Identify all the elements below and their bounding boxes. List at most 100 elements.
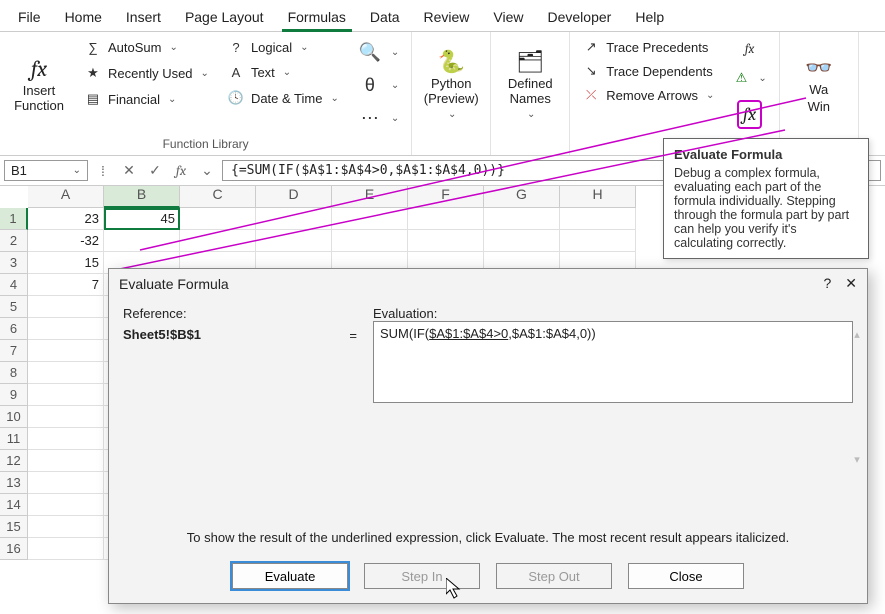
python-button[interactable]: 🐍 Python (Preview)⌄ — [418, 36, 484, 135]
cell-G2[interactable] — [484, 230, 560, 252]
close-button[interactable]: Close — [628, 563, 744, 589]
cell-A4[interactable]: 7 — [28, 274, 104, 296]
tab-insert[interactable]: Insert — [116, 3, 171, 31]
cell-A3[interactable]: 15 — [28, 252, 104, 274]
row-1[interactable]: 1 — [0, 208, 28, 230]
tab-review[interactable]: Review — [414, 3, 480, 31]
fx-icon[interactable]: fx — [170, 162, 192, 179]
close-icon[interactable]: ✕ — [845, 275, 857, 292]
cell-B1[interactable]: 45 — [104, 208, 180, 230]
col-G[interactable]: G — [484, 186, 560, 208]
cell-E1[interactable] — [332, 208, 408, 230]
cancel-icon[interactable]: ✕ — [118, 162, 140, 179]
cell-D2[interactable] — [256, 230, 332, 252]
row-5[interactable]: 5 — [0, 296, 28, 318]
tab-help[interactable]: Help — [625, 3, 674, 31]
cell-H2[interactable] — [560, 230, 636, 252]
evaluate-button[interactable]: Evaluate — [232, 563, 348, 589]
row-11[interactable]: 11 — [0, 428, 28, 450]
enter-icon[interactable]: ✓ — [144, 162, 166, 179]
col-F[interactable]: F — [408, 186, 484, 208]
cell-A16[interactable] — [28, 538, 104, 560]
row-4[interactable]: 4 — [0, 274, 28, 296]
row-16[interactable]: 16 — [0, 538, 28, 560]
step-out-button[interactable]: Step Out — [496, 563, 612, 589]
cell-C1[interactable] — [180, 208, 256, 230]
col-D[interactable]: D — [256, 186, 332, 208]
watch-window-button[interactable]: 👓 Wa Win — [786, 36, 852, 135]
row-14[interactable]: 14 — [0, 494, 28, 516]
cell-G1[interactable] — [484, 208, 560, 230]
col-A[interactable]: A — [28, 186, 104, 208]
logical-button[interactable]: ?Logical⌄ — [221, 36, 345, 59]
tab-developer[interactable]: Developer — [538, 3, 622, 31]
row-7[interactable]: 7 — [0, 340, 28, 362]
defined-names-button[interactable]: 🗂 Defined Names⌄ — [497, 36, 563, 135]
cell-E2[interactable] — [332, 230, 408, 252]
tab-formulas[interactable]: Formulas — [278, 3, 356, 31]
remove-arrows-button[interactable]: ⤫Remove Arrows⌄ — [576, 84, 720, 106]
error-check-button[interactable]: ⚠⌄ — [726, 67, 772, 89]
cell-A2[interactable]: -32 — [28, 230, 104, 252]
trace-precedents-button[interactable]: ↗Trace Precedents — [576, 36, 720, 58]
row-9[interactable]: 9 — [0, 384, 28, 406]
scrollbar[interactable]: ▴▾ — [851, 328, 863, 466]
cell-D1[interactable] — [256, 208, 332, 230]
cell-A14[interactable] — [28, 494, 104, 516]
row-12[interactable]: 12 — [0, 450, 28, 472]
row-10[interactable]: 10 — [0, 406, 28, 428]
chevron-down-icon[interactable]: ⌄ — [196, 162, 218, 179]
row-13[interactable]: 13 — [0, 472, 28, 494]
tab-file[interactable]: File — [8, 3, 51, 31]
dialog-title: Evaluate Formula — [119, 276, 229, 292]
row-3[interactable]: 3 — [0, 252, 28, 274]
tab-pagelayout[interactable]: Page Layout — [175, 3, 274, 31]
insert-function-button[interactable]: fx Insert Function — [6, 36, 72, 135]
recently-used-button[interactable]: ★Recently Used⌄ — [78, 61, 215, 85]
evaluate-formula-button[interactable]: fx — [731, 97, 768, 132]
lookup-button[interactable]: 🔍⌄ — [351, 38, 405, 67]
chevron-down-icon: ⌄ — [448, 109, 456, 121]
cell-F1[interactable] — [408, 208, 484, 230]
cell-C2[interactable] — [180, 230, 256, 252]
cell-A9[interactable] — [28, 384, 104, 406]
cell-A12[interactable] — [28, 450, 104, 472]
trace-dependents-button[interactable]: ↘Trace Dependents — [576, 60, 720, 82]
tab-view[interactable]: View — [483, 3, 533, 31]
show-formulas-button[interactable]: fx — [735, 39, 765, 60]
col-C[interactable]: C — [180, 186, 256, 208]
cell-A15[interactable] — [28, 516, 104, 538]
cell-A7[interactable] — [28, 340, 104, 362]
cell-B2[interactable] — [104, 230, 180, 252]
help-button[interactable]: ? — [823, 275, 831, 292]
tab-home[interactable]: Home — [55, 3, 112, 31]
dots-icon: ⋯ — [357, 108, 383, 129]
evaluation-box[interactable]: SUM(IF($A$1:$A$4>0,$A$1:$A$4,0)) — [373, 321, 853, 403]
datetime-button[interactable]: 🕓Date & Time⌄ — [221, 86, 345, 110]
row-2[interactable]: 2 — [0, 230, 28, 252]
col-B[interactable]: B — [104, 186, 180, 208]
cell-A13[interactable] — [28, 472, 104, 494]
financial-button[interactable]: ▤Financial⌄ — [78, 87, 215, 111]
autosum-button[interactable]: ∑AutoSum⌄ — [78, 36, 215, 59]
row-6[interactable]: 6 — [0, 318, 28, 340]
math-button[interactable]: θ⌄ — [351, 71, 405, 100]
col-H[interactable]: H — [560, 186, 636, 208]
more-button[interactable]: ⋯⌄ — [351, 104, 405, 133]
cell-A5[interactable] — [28, 296, 104, 318]
name-box[interactable]: B1⌄ — [4, 160, 88, 181]
chevron-down-icon: ⌄ — [73, 165, 81, 176]
tab-data[interactable]: Data — [360, 3, 410, 31]
cell-A10[interactable] — [28, 406, 104, 428]
cell-H1[interactable] — [560, 208, 636, 230]
cell-A8[interactable] — [28, 362, 104, 384]
row-15[interactable]: 15 — [0, 516, 28, 538]
cell-A1[interactable]: 23 — [28, 208, 104, 230]
cell-A11[interactable] — [28, 428, 104, 450]
row-8[interactable]: 8 — [0, 362, 28, 384]
text-button[interactable]: AText⌄ — [221, 61, 345, 84]
cell-F2[interactable] — [408, 230, 484, 252]
col-E[interactable]: E — [332, 186, 408, 208]
tooltip-evaluate-formula: Evaluate Formula Debug a complex formula… — [663, 138, 869, 259]
cell-A6[interactable] — [28, 318, 104, 340]
